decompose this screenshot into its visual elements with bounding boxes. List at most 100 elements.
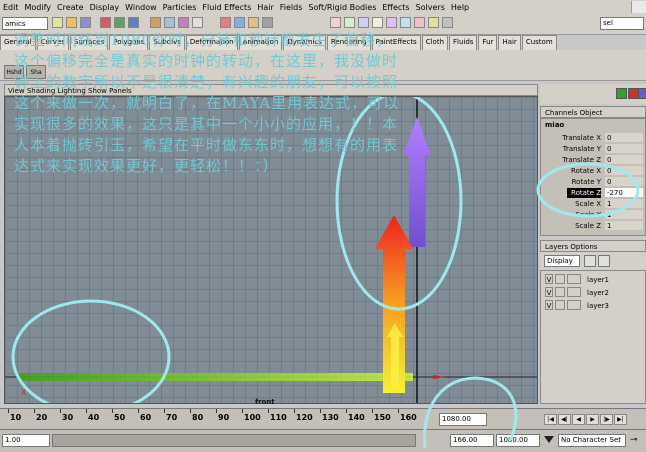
start-time-field[interactable]: 1.00 xyxy=(2,434,50,447)
channel-value[interactable]: 0 xyxy=(605,133,643,142)
tool-icon[interactable] xyxy=(428,17,439,28)
shelf-tab[interactable]: Hair xyxy=(498,35,521,50)
ipr-render-icon[interactable] xyxy=(248,17,259,28)
layer-row[interactable]: Vlayer3 xyxy=(543,300,643,312)
shelf-tab[interactable]: Fluids xyxy=(449,35,478,50)
channel-row[interactable]: Scale Y 1 xyxy=(541,210,645,220)
channel-value[interactable]: 1 xyxy=(605,199,643,208)
menu-item[interactable]: Fields xyxy=(277,3,306,12)
layers-display-select[interactable]: Display xyxy=(544,255,580,267)
channel-value[interactable]: 1 xyxy=(605,221,643,230)
second-hand-bar[interactable] xyxy=(17,373,413,381)
menu-item[interactable]: Display xyxy=(87,3,123,12)
layer-playback-toggle[interactable] xyxy=(555,300,565,310)
time-slider[interactable]: 10 20 30 40 50 60 70 80 90 100 110 120 130 140 150 160 … xyxy=(0,408,646,429)
layer-playback-toggle[interactable] xyxy=(555,274,565,284)
play-forwards-icon[interactable]: ▶ xyxy=(586,414,599,425)
attribute-icon[interactable] xyxy=(638,88,646,99)
tool-icon[interactable] xyxy=(358,17,369,28)
render-icon[interactable] xyxy=(234,17,245,28)
range-slider[interactable] xyxy=(52,434,416,447)
channel-value[interactable]: 0 xyxy=(605,155,643,164)
tool-icon[interactable] xyxy=(372,17,383,28)
channel-value[interactable]: 0 xyxy=(605,177,643,186)
channel-row[interactable]: Rotate Z -270 xyxy=(541,188,645,198)
layer-visibility-toggle[interactable]: V xyxy=(545,300,553,310)
select-hierarchy-icon[interactable] xyxy=(100,17,111,28)
channel-row[interactable]: Rotate Y 0 xyxy=(541,177,645,187)
channel-value[interactable]: 0 xyxy=(605,144,643,153)
snap-plane-icon[interactable] xyxy=(192,17,203,28)
select-component-icon[interactable] xyxy=(128,17,139,28)
render-globals-icon[interactable] xyxy=(262,17,273,28)
key-icon[interactable]: ⊸ xyxy=(630,435,638,445)
tool-icon[interactable] xyxy=(414,17,425,28)
current-frame-field[interactable]: 1080.00 xyxy=(439,413,487,426)
shelf-tab[interactable]: Cloth xyxy=(421,35,449,50)
step-back-icon[interactable]: ◀| xyxy=(558,414,571,425)
channel-row[interactable]: Scale X 1 xyxy=(541,199,645,209)
menu-item[interactable]: Edit xyxy=(0,3,22,12)
menu-item[interactable]: Effects xyxy=(379,3,412,12)
minute-hand-arrow[interactable] xyxy=(403,117,431,247)
layer-visibility-toggle[interactable]: V xyxy=(545,274,553,284)
snap-grid-icon[interactable] xyxy=(150,17,161,28)
menu-item[interactable]: Window xyxy=(122,3,160,12)
timeline-tick xyxy=(242,409,243,413)
channel-box-header[interactable]: Channels Object xyxy=(540,106,646,118)
channel-row[interactable]: Rotate X 0 xyxy=(541,166,645,176)
layers-header[interactable]: Layers Options xyxy=(540,240,646,252)
layer-row[interactable]: Vlayer2 xyxy=(543,287,643,299)
channel-value[interactable]: 0 xyxy=(605,166,643,175)
open-scene-icon[interactable] xyxy=(66,17,77,28)
tool-icon[interactable] xyxy=(386,17,397,28)
new-scene-icon[interactable] xyxy=(52,17,63,28)
channel-row[interactable]: Translate X 0 xyxy=(541,133,645,143)
tool-icon[interactable] xyxy=(442,17,453,28)
menu-item[interactable]: Soft/Rigid Bodies xyxy=(305,3,379,12)
tool-icon[interactable] xyxy=(344,17,355,28)
channel-row[interactable]: Translate Y 0 xyxy=(541,144,645,154)
snap-point-icon[interactable] xyxy=(178,17,189,28)
menu-item[interactable]: Modify xyxy=(22,3,55,12)
timeline-tick-label: 80 xyxy=(192,413,204,422)
menu-item[interactable]: Solvers xyxy=(413,3,448,12)
channel-name: Scale Z xyxy=(575,222,601,230)
menu-item[interactable]: Hair xyxy=(254,3,276,12)
channel-row[interactable]: Scale Z 1 xyxy=(541,221,645,231)
shelf-tab[interactable]: Custom xyxy=(521,35,557,50)
layer-color-swatch[interactable] xyxy=(567,300,581,310)
new-layer-icon[interactable] xyxy=(584,255,596,267)
end-time-field[interactable]: 166.00 xyxy=(450,434,494,447)
mode-select[interactable]: amics xyxy=(2,17,48,30)
layer-color-swatch[interactable] xyxy=(567,274,581,284)
layer-row[interactable]: Vlayer1 xyxy=(543,274,643,286)
tool-icon[interactable] xyxy=(330,17,341,28)
go-to-start-icon[interactable]: |◀ xyxy=(544,414,557,425)
channel-value[interactable]: -270 xyxy=(605,188,643,197)
layer-color-swatch[interactable] xyxy=(567,287,581,297)
tool-icon[interactable] xyxy=(400,17,411,28)
channel-row[interactable]: Translate Z 0 xyxy=(541,155,645,165)
snap-curve-icon[interactable] xyxy=(164,17,175,28)
shelf-tab[interactable]: Fur xyxy=(478,35,498,50)
menu-item[interactable]: Particles xyxy=(160,3,200,12)
menu-item[interactable]: Help xyxy=(448,3,472,12)
menu-item[interactable]: Fluid Effects xyxy=(199,3,254,12)
layer-playback-toggle[interactable] xyxy=(555,287,565,297)
step-forward-icon[interactable]: |▶ xyxy=(600,414,613,425)
history-icon[interactable] xyxy=(220,17,231,28)
layer-visibility-toggle[interactable]: V xyxy=(545,287,553,297)
save-scene-icon[interactable] xyxy=(80,17,91,28)
channel-value[interactable]: 1 xyxy=(605,210,643,219)
selection-field[interactable]: sel xyxy=(600,17,644,30)
play-backwards-icon[interactable]: ◀ xyxy=(572,414,585,425)
character-set-field[interactable]: No Character Set xyxy=(558,434,626,447)
new-layer-selected-icon[interactable] xyxy=(598,255,610,267)
go-to-end-icon[interactable]: ▶| xyxy=(614,414,627,425)
menu-item[interactable]: Create xyxy=(54,3,87,12)
character-set-dropdown-icon[interactable] xyxy=(544,436,554,443)
select-object-icon[interactable] xyxy=(114,17,125,28)
display-layer-icon[interactable] xyxy=(616,88,627,99)
playback-end-field[interactable]: 1080.00 xyxy=(496,434,540,447)
